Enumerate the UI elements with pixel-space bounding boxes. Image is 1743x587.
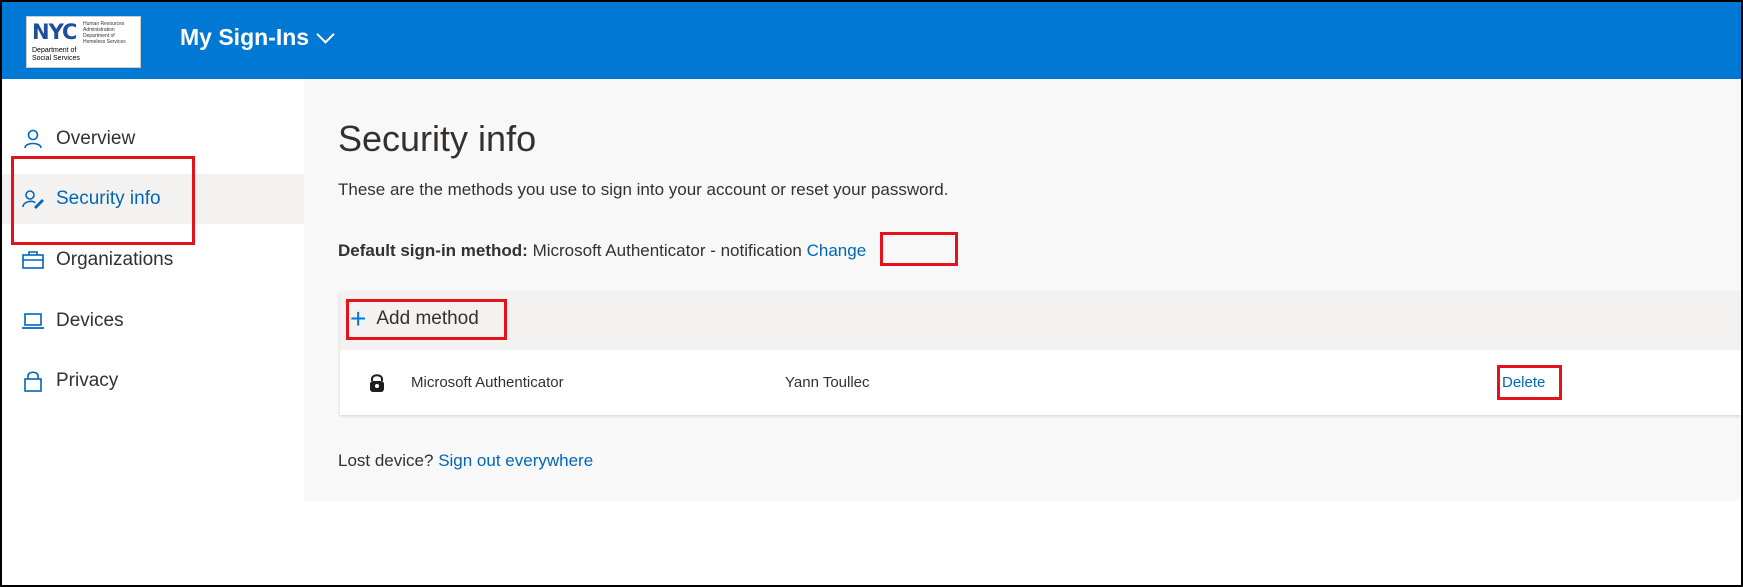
sidebar-item-label: Devices (56, 310, 124, 331)
lost-device-text: Lost device? (338, 451, 434, 470)
add-method-row: + Add method (340, 292, 1741, 350)
lock-icon (22, 370, 44, 392)
sidebar-item-label: Overview (56, 128, 136, 149)
add-method-label: Add method (376, 308, 479, 329)
sidebar-item-label: Organizations (56, 249, 174, 270)
delete-method-link[interactable]: Delete (1502, 374, 1545, 391)
sidebar-item-label: Privacy (56, 370, 119, 391)
laptop-icon (22, 310, 44, 332)
lost-device-line: Lost device? Sign out everywhere (338, 451, 593, 471)
add-method-button[interactable]: + Add method (350, 303, 479, 334)
change-default-link[interactable]: Change (807, 241, 867, 260)
app-title: My Sign-Ins (180, 24, 310, 50)
sidebar-item-label: Security info (56, 188, 161, 209)
app-title-dropdown[interactable]: My Sign-Ins (180, 24, 335, 51)
page-title: Security info (338, 118, 537, 159)
default-method-label: Default sign-in method: (338, 241, 528, 260)
plus-icon: + (350, 303, 367, 334)
top-bar: NYC Human Resources Administration Depar… (2, 2, 1741, 79)
default-method-value: Microsoft Authenticator - notification (532, 241, 802, 260)
nyc-dss-logo: NYC Human Resources Administration Depar… (26, 16, 141, 68)
security-info-icon (22, 188, 44, 210)
sidebar: Overview Security info Organizations Dev… (2, 79, 305, 585)
person-icon (22, 128, 44, 150)
method-row: Microsoft Authenticator Yann Toullec Del… (340, 350, 1741, 415)
sign-out-everywhere-link[interactable]: Sign out everywhere (438, 451, 593, 470)
page-description: These are the methods you use to sign in… (338, 180, 949, 199)
method-user: Yann Toullec (785, 374, 870, 391)
sidebar-item-overview[interactable]: Overview (2, 114, 304, 164)
sidebar-item-privacy[interactable]: Privacy (2, 356, 304, 406)
sidebar-item-devices[interactable]: Devices (2, 296, 304, 346)
default-sign-in-method: Default sign-in method: Microsoft Authen… (338, 241, 866, 261)
main-content-footer (304, 501, 1741, 585)
sidebar-item-security-info[interactable]: Security info (2, 174, 304, 224)
sidebar-item-organizations[interactable]: Organizations (2, 235, 304, 285)
briefcase-icon (22, 249, 44, 271)
authenticator-lock-icon (368, 373, 386, 393)
method-name: Microsoft Authenticator (411, 374, 564, 391)
methods-panel: + Add method Microsoft Authenticator Yan… (340, 292, 1741, 415)
chevron-down-icon (316, 25, 335, 44)
